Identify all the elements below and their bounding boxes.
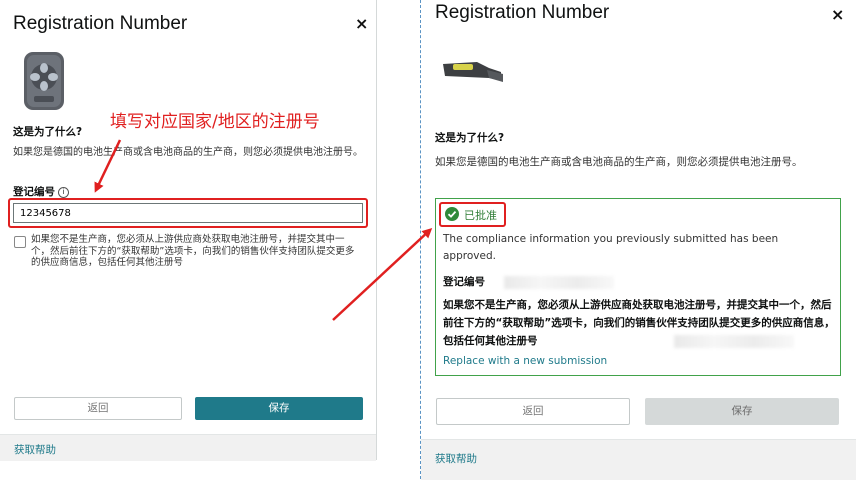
redacted-note-value — [674, 335, 794, 348]
dialog-title: Registration Number — [13, 13, 188, 34]
get-help-link[interactable]: 获取帮助 — [14, 442, 56, 457]
product-image-lightbar — [443, 62, 503, 82]
info-icon[interactable]: i — [58, 187, 69, 198]
close-icon[interactable]: × — [355, 14, 368, 33]
close-icon[interactable]: × — [831, 5, 844, 24]
back-button[interactable]: 返回 — [14, 397, 182, 420]
save-button-disabled[interactable]: 保存 — [645, 398, 839, 425]
status-label: 已批准 — [464, 209, 497, 222]
back-button[interactable]: 返回 — [436, 398, 630, 425]
right-dialog: Registration Number × 这是为了什么? 如果您是德国的电池生… — [420, 0, 856, 480]
not-producer-checkbox[interactable] — [14, 236, 26, 248]
dialog-title: Registration Number — [435, 2, 610, 23]
not-producer-text: 如果您不是生产商，您必须从上游供应商处获取电池注册号，并提交其中一个，然后前往下… — [31, 234, 355, 268]
replace-submission-link[interactable]: Replace with a new submission — [443, 355, 607, 367]
dialog-footer: 获取帮助 — [421, 439, 856, 480]
approved-card: 已批准 The compliance information you previ… — [435, 198, 841, 376]
get-help-link[interactable]: 获取帮助 — [435, 451, 477, 466]
registration-label: 登记编号 — [443, 276, 485, 288]
registration-label-text: 登记编号 — [13, 186, 55, 198]
status-message: The compliance information you previousl… — [443, 233, 779, 262]
registration-label: 登记编号 i — [13, 184, 69, 199]
highlight-box-input — [8, 198, 368, 228]
left-dialog: Registration Number × 这是为了什么? 如果您是德国的电池生… — [0, 0, 377, 461]
save-button[interactable]: 保存 — [195, 397, 363, 420]
redacted-value — [504, 276, 614, 289]
question-heading: 这是为了什么? — [435, 132, 505, 144]
product-image-remote — [24, 52, 64, 110]
check-circle-icon — [445, 207, 459, 221]
description-text: 如果您是德国的电池生产商或含电池商品的生产商，则您必须提供电池注册号。 — [13, 147, 363, 158]
question-heading: 这是为了什么? — [13, 126, 83, 138]
dialog-footer: 获取帮助 — [0, 434, 376, 461]
annotation-text: 填写对应国家/地区的注册号 — [110, 112, 320, 132]
description-text: 如果您是德国的电池生产商或含电池商品的生产商，则您必须提供电池注册号。 — [435, 156, 803, 168]
